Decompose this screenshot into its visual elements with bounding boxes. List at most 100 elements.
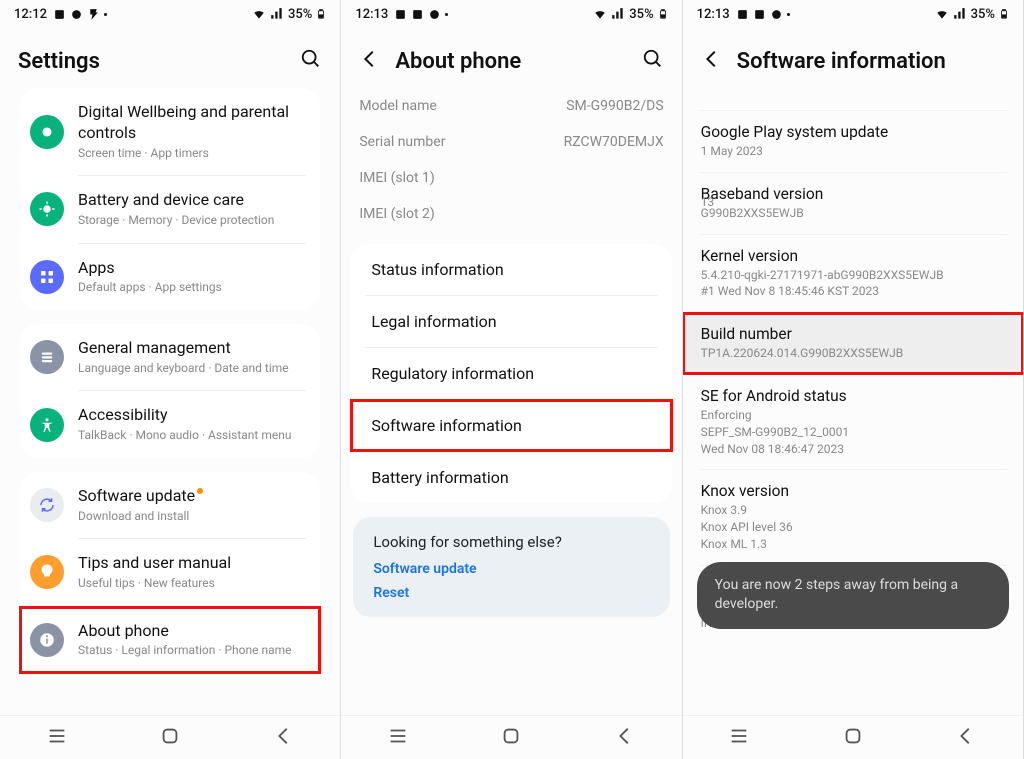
sw-item-value: 5.4.210-qgki-27171971-abG990B2XXS5EWJB#1… xyxy=(701,267,1005,301)
settings-item-battery-care[interactable]: Battery and device care Storage · Memory… xyxy=(20,176,320,242)
about-kv-row: IMEI (slot 2) xyxy=(341,196,681,232)
item-title: Digital Wellbeing and parental controls xyxy=(78,102,310,144)
sw-item-se-for-android-status[interactable]: SE for Android status EnforcingSEPF_SM-G… xyxy=(683,375,1023,469)
footer-link-software-update[interactable]: Software update xyxy=(373,561,649,577)
sw-item-knox-version[interactable]: Knox version Knox 3.9Knox API level 36Kn… xyxy=(683,470,1023,564)
back-button[interactable] xyxy=(359,48,381,74)
status-bar: 12:12 35% xyxy=(0,0,340,28)
item-subtitle: Screen time · App timers xyxy=(78,146,310,162)
wifi-icon xyxy=(252,7,266,21)
nav-back[interactable] xyxy=(614,725,636,751)
search-icon xyxy=(300,48,322,70)
software-info-content: 13 Google Play system update 1 May 2023B… xyxy=(683,88,1023,715)
kv-key: IMEI (slot 1) xyxy=(359,170,434,186)
status-time: 12:13 xyxy=(355,7,388,22)
item-title: General management xyxy=(78,338,310,359)
item-subtitle: TalkBack · Mono audio · Assistant menu xyxy=(78,428,310,444)
status-time: 12:12 xyxy=(14,7,47,22)
settings-item-apps[interactable]: Apps Default apps · App settings xyxy=(20,244,320,310)
about-phone-panel: 12:13 35% About phone Model nameSM-G990B… xyxy=(341,0,682,759)
nav-home[interactable] xyxy=(842,725,864,751)
item-title: Apps xyxy=(78,258,310,279)
nav-home[interactable] xyxy=(159,725,181,751)
tips-icon xyxy=(30,555,64,589)
settings-panel: 12:12 35% Settings Digital Wellbeing and xyxy=(0,0,341,759)
nav-back[interactable] xyxy=(955,725,977,751)
sw-item-google-play-system-update[interactable]: Google Play system update 1 May 2023 xyxy=(683,111,1023,172)
sw-item-value: G990B2XXS5EWJB xyxy=(701,205,1005,222)
signal-icon xyxy=(953,7,967,21)
about-link-regulatory-information[interactable]: Regulatory information xyxy=(351,348,671,399)
about-kv-row: Serial numberRZCW70DEMJX xyxy=(341,124,681,160)
footer-question: Looking for something else? xyxy=(373,533,649,551)
search-button[interactable] xyxy=(642,48,664,74)
settings-item-update[interactable]: Software update Download and install xyxy=(20,472,320,538)
battery-text: 35% xyxy=(629,7,653,22)
nav-recents[interactable] xyxy=(728,725,750,751)
item-subtitle: Storage · Memory · Device protection xyxy=(78,213,310,229)
battery-care-icon xyxy=(30,192,64,226)
settings-item-wellbeing[interactable]: Digital Wellbeing and parental controls … xyxy=(20,88,320,175)
android-version-value: 13 xyxy=(701,195,715,209)
item-subtitle: Status · Legal information · Phone name xyxy=(78,643,310,659)
back-button[interactable] xyxy=(701,48,723,74)
general-icon xyxy=(30,340,64,374)
sw-item-title: SE for Android status xyxy=(701,387,1005,405)
about-kv-row: IMEI (slot 1) xyxy=(341,160,681,196)
item-title: About phone xyxy=(78,621,310,642)
software-info-panel: 12:13 35% Software information 13 Google… xyxy=(683,0,1024,759)
signal-icon xyxy=(270,7,284,21)
about-link-software-information[interactable]: Software information xyxy=(351,400,671,451)
navigation-bar xyxy=(683,715,1023,759)
sw-item-title: Knox version xyxy=(701,482,1005,500)
battery-icon xyxy=(658,7,668,21)
status-bar: 12:13 35% xyxy=(341,0,681,28)
settings-item-tips[interactable]: Tips and user manual Useful tips · New f… xyxy=(20,539,320,605)
update-icon xyxy=(30,488,64,522)
nav-back[interactable] xyxy=(273,725,295,751)
sw-item-title: Build number xyxy=(701,325,1005,343)
search-icon xyxy=(642,48,664,70)
navigation-bar xyxy=(341,715,681,759)
sw-item-build-number[interactable]: Build number TP1A.220624.014.G990B2XXS5E… xyxy=(683,313,1023,374)
apps-icon xyxy=(30,260,64,294)
about-link-status-information[interactable]: Status information xyxy=(351,244,671,295)
sw-item-kernel-version[interactable]: Kernel version 5.4.210-qgki-27171971-abG… xyxy=(683,235,1023,313)
wifi-icon xyxy=(593,7,607,21)
sw-item-value: EnforcingSEPF_SM-G990B2_12_0001Wed Nov 0… xyxy=(701,407,1005,457)
settings-item-about[interactable]: About phone Status · Legal information ·… xyxy=(20,607,320,673)
settings-item-general[interactable]: General management Language and keyboard… xyxy=(20,324,320,390)
footer-link-reset[interactable]: Reset xyxy=(373,585,649,601)
page-title: About phone xyxy=(395,49,627,74)
kv-value: SM-G990B2/DS xyxy=(566,98,663,114)
accessibility-icon xyxy=(30,408,64,442)
settings-list: Digital Wellbeing and parental controls … xyxy=(0,88,340,715)
item-title: Accessibility xyxy=(78,405,310,426)
wifi-icon xyxy=(935,7,949,21)
battery-text: 35% xyxy=(288,7,312,22)
item-subtitle: Useful tips · New features xyxy=(78,576,310,592)
item-title: Software update xyxy=(78,486,310,507)
about-header: About phone xyxy=(341,28,681,88)
battery-text: 35% xyxy=(971,7,995,22)
wellbeing-icon xyxy=(30,115,64,149)
nav-recents[interactable] xyxy=(46,725,68,751)
about-link-legal-information[interactable]: Legal information xyxy=(351,296,671,347)
search-button[interactable] xyxy=(300,48,322,74)
chevron-left-icon xyxy=(359,48,381,70)
nav-home[interactable] xyxy=(500,725,522,751)
nav-recents[interactable] xyxy=(387,725,409,751)
battery-icon xyxy=(999,7,1009,21)
settings-header: Settings xyxy=(0,28,340,88)
about-link-battery-information[interactable]: Battery information xyxy=(351,452,671,503)
settings-item-accessibility[interactable]: Accessibility TalkBack · Mono audio · As… xyxy=(20,391,320,457)
footer-suggestions: Looking for something else? Software upd… xyxy=(353,517,669,617)
status-bar: 12:13 35% xyxy=(683,0,1023,28)
sw-item-baseband-version[interactable]: Baseband version G990B2XXS5EWJB xyxy=(683,173,1023,234)
sw-item-title: Baseband version xyxy=(701,185,1005,203)
kv-key: IMEI (slot 2) xyxy=(359,206,434,222)
sw-item-value: Knox 3.9Knox API level 36Knox ML 1.3 xyxy=(701,502,1005,552)
about-icon xyxy=(30,623,64,657)
developer-toast: You are now 2 steps away from being a de… xyxy=(697,562,1009,629)
status-notification-icons xyxy=(736,8,790,21)
